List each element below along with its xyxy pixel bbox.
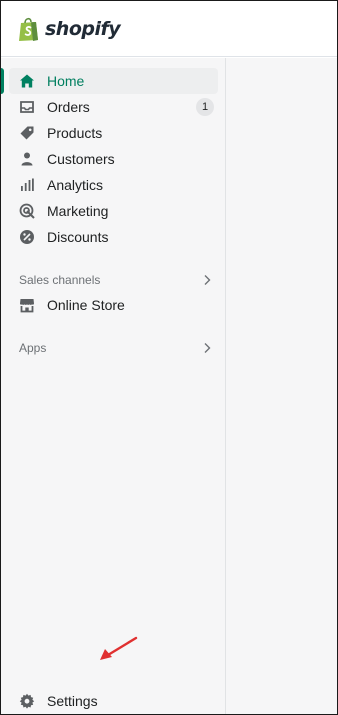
shopify-logo[interactable]: shopify [17, 16, 121, 42]
chevron-right-icon[interactable] [200, 341, 214, 355]
nav-item-discounts[interactable]: Discounts [9, 224, 218, 250]
chevron-right-icon[interactable] [200, 273, 214, 287]
orders-icon [20, 101, 34, 113]
main-content [226, 58, 337, 714]
nav-item-marketing[interactable]: Marketing [9, 198, 218, 224]
apps-header[interactable]: Apps [9, 336, 218, 360]
nav-label-marketing: Marketing [47, 203, 109, 219]
nav-label-home: Home [47, 73, 85, 89]
person-icon [21, 152, 33, 166]
nav-label-products: Products [47, 125, 103, 141]
nav-item-online-store[interactable]: Online Store [9, 292, 218, 318]
home-icon [20, 74, 34, 88]
brand-name: shopify [45, 17, 121, 40]
nav-item-orders[interactable]: Orders 1 [9, 94, 218, 120]
sales-channels-header[interactable]: Sales channels [9, 268, 218, 292]
bar-chart-icon [21, 178, 34, 191]
active-indicator [1, 68, 4, 94]
orders-count-badge: 1 [196, 98, 214, 116]
nav-label-customers: Customers [47, 151, 115, 167]
shopify-bag-icon [19, 17, 38, 41]
nav-item-analytics[interactable]: Analytics [9, 172, 218, 198]
tag-icon [20, 126, 34, 140]
storefront-icon [20, 299, 34, 313]
target-icon [19, 203, 35, 219]
apps-label: Apps [19, 341, 47, 355]
nav-label-settings: Settings [47, 693, 98, 709]
nav-label-orders: Orders [47, 99, 90, 115]
nav-item-products[interactable]: Products [9, 120, 218, 146]
nav-label-discounts: Discounts [47, 229, 109, 245]
red-arrow-icon [100, 636, 138, 660]
discount-icon [20, 230, 34, 244]
nav-label-online-store: Online Store [47, 297, 125, 313]
top-bar: shopify [1, 1, 337, 57]
sales-channels-label: Sales channels [19, 273, 101, 287]
nav-item-home[interactable]: Home [1, 68, 218, 94]
gear-icon [19, 693, 35, 709]
nav-item-customers[interactable]: Customers [9, 146, 218, 172]
nav-label-analytics: Analytics [47, 177, 104, 193]
nav-item-settings[interactable]: Settings [9, 688, 218, 714]
primary-nav: Home Orders 1 Products Customers Analyti… [1, 68, 226, 360]
sidebar: Home Orders 1 Products Customers Analyti… [1, 58, 226, 714]
